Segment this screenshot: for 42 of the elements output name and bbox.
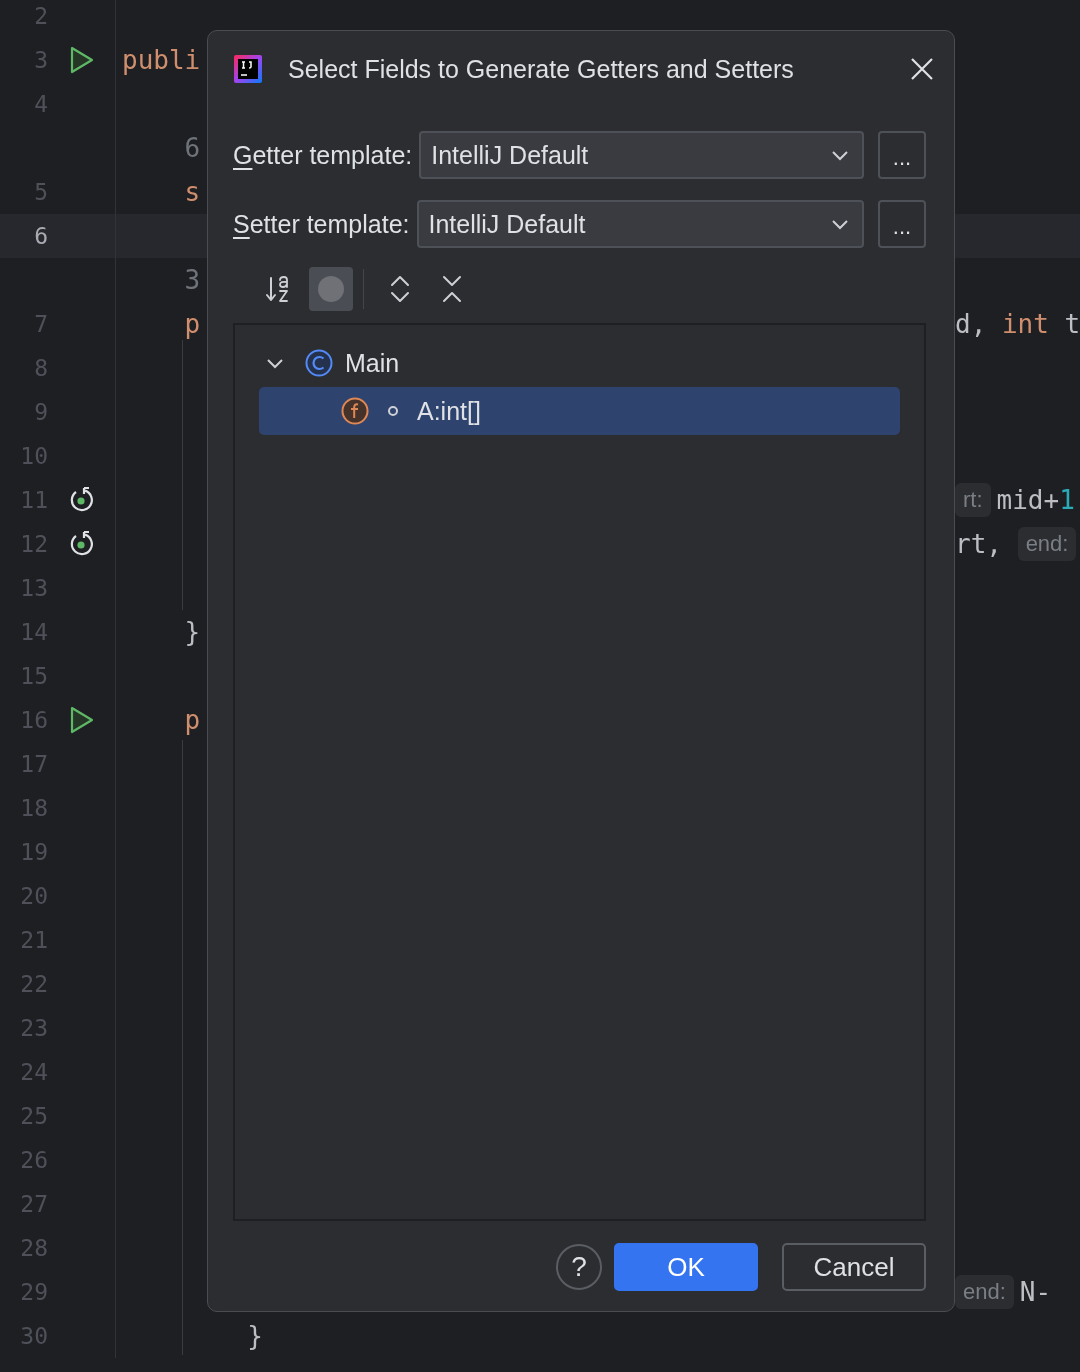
code-text: d,: [955, 309, 988, 339]
field-label: Getter template:: [233, 140, 413, 170]
code-text: N-: [1019, 1277, 1052, 1307]
code-text: rt,: [955, 529, 1003, 559]
class-icon: [305, 349, 333, 377]
code-text: s: [183, 177, 201, 207]
browse-button[interactable]: ...: [878, 200, 926, 248]
field-label: Setter template:: [233, 209, 410, 239]
app-logo-icon: [234, 55, 262, 83]
code-text: }: [183, 617, 201, 647]
run-icon[interactable]: [68, 46, 95, 74]
tree-label: A:int[]: [417, 396, 481, 426]
ok-button[interactable]: OK: [614, 1243, 758, 1291]
browse-button[interactable]: ...: [878, 131, 926, 179]
parameter-hint: end:: [1017, 527, 1077, 561]
field-icon: [341, 397, 369, 425]
help-button[interactable]: ?: [556, 1244, 602, 1290]
code-text: int: [1001, 309, 1049, 339]
code-text: t: [1063, 309, 1080, 339]
code-text: p: [183, 309, 201, 339]
usage-count: 3: [183, 265, 201, 295]
collapse-all-icon: [441, 274, 463, 304]
run-icon[interactable]: [68, 706, 95, 734]
parameter-hint: rt:: [955, 483, 991, 517]
tree-row[interactable]: Main: [259, 339, 900, 387]
dialog-title: Select Fields to Generate Getters and Setters: [288, 54, 795, 84]
usage-count: 6: [183, 133, 201, 163]
expand-all-icon: [389, 274, 411, 304]
cancel-button[interactable]: Cancel: [782, 1243, 926, 1291]
code-text: 1: [1059, 485, 1075, 515]
code-text: publi: [122, 45, 201, 75]
tree-label: Main: [345, 348, 400, 378]
visibility-icon: [387, 405, 399, 417]
template-dropdown[interactable]: IntelliJ Default: [416, 200, 864, 248]
circle-icon: [317, 275, 345, 303]
tree-row[interactable]: A:int[]: [259, 387, 900, 435]
line-number: 6: [34, 223, 48, 249]
code-text: p: [183, 705, 201, 735]
code-text: mid+: [996, 485, 1060, 515]
template-dropdown[interactable]: IntelliJ Default: [419, 131, 864, 179]
code-text: }: [246, 1321, 263, 1351]
parameter-hint: end:: [955, 1275, 1014, 1309]
